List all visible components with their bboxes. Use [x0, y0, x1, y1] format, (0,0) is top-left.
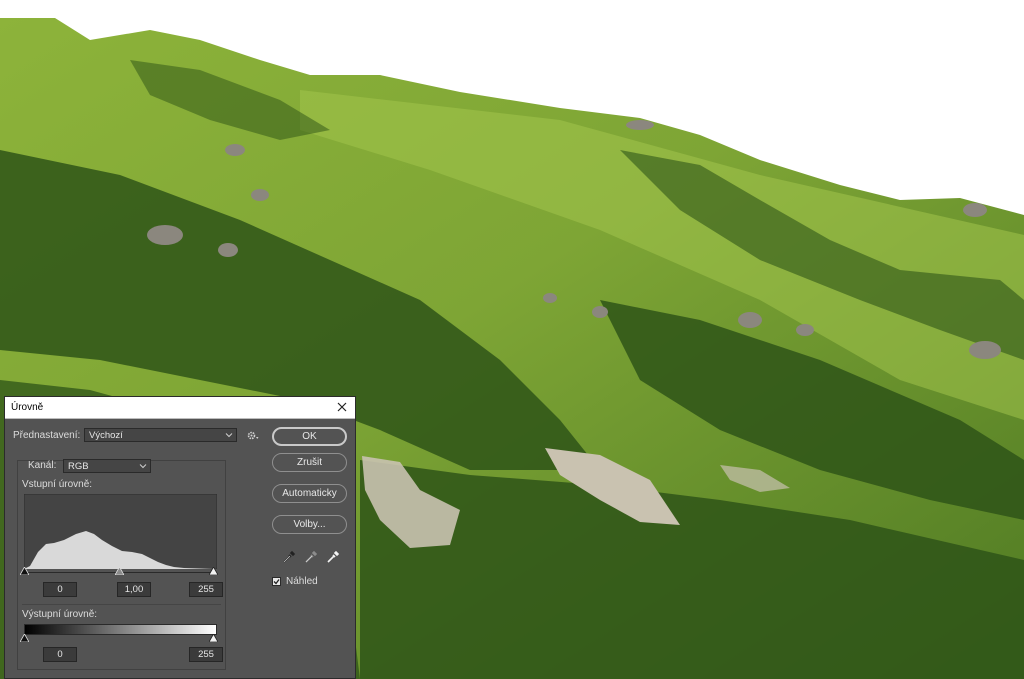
- input-white-handle[interactable]: [209, 567, 218, 575]
- output-black-field[interactable]: 0: [43, 647, 77, 662]
- dialog-title: Úrovně: [11, 402, 44, 413]
- input-black-field[interactable]: 0: [43, 582, 77, 597]
- output-black-handle[interactable]: [20, 634, 29, 642]
- auto-button[interactable]: Automaticky: [272, 484, 347, 503]
- chevron-down-icon: [225, 433, 233, 438]
- output-white-handle[interactable]: [209, 634, 218, 642]
- checkmark-icon: [273, 579, 280, 585]
- cancel-button[interactable]: Zrušit: [272, 453, 347, 472]
- eyedropper-gray-icon[interactable]: [304, 550, 318, 564]
- levels-group: Kanál: RGB Vstupní úrovně: 0 1,00 255 Vý…: [17, 459, 226, 670]
- divider: [22, 604, 221, 605]
- channel-dropdown[interactable]: RGB: [63, 459, 151, 473]
- preset-dropdown[interactable]: Výchozí: [84, 428, 237, 442]
- output-levels-label: Výstupní úrovně:: [22, 609, 98, 620]
- close-icon[interactable]: [334, 399, 350, 415]
- input-gamma-field[interactable]: 1,00: [117, 582, 151, 597]
- input-white-field[interactable]: 255: [189, 582, 223, 597]
- preview-label: Náhled: [286, 576, 318, 587]
- input-black-handle[interactable]: [20, 567, 29, 575]
- preview-checkbox[interactable]: [272, 577, 281, 586]
- eyedropper-white-icon[interactable]: [326, 550, 340, 564]
- output-gradient-bar: [24, 624, 217, 635]
- preset-label: Přednastavení:: [13, 430, 81, 441]
- dialog-titlebar[interactable]: Úrovně: [5, 397, 355, 419]
- input-gamma-handle[interactable]: [115, 567, 124, 575]
- input-levels-label: Vstupní úrovně:: [22, 479, 93, 490]
- levels-dialog: Úrovně Přednastavení: Výchozí Kanál: RGB…: [4, 396, 356, 679]
- chevron-down-icon: [139, 464, 147, 469]
- output-white-field[interactable]: 255: [189, 647, 223, 662]
- channel-value: RGB: [68, 461, 89, 472]
- preset-value: Výchozí: [89, 430, 123, 441]
- eyedropper-black-icon[interactable]: [282, 550, 296, 564]
- options-button[interactable]: Volby...: [272, 515, 347, 534]
- gear-icon[interactable]: [246, 429, 259, 442]
- ok-button[interactable]: OK: [272, 427, 347, 446]
- channel-label: Kanál:: [28, 460, 57, 471]
- histogram: [24, 494, 217, 569]
